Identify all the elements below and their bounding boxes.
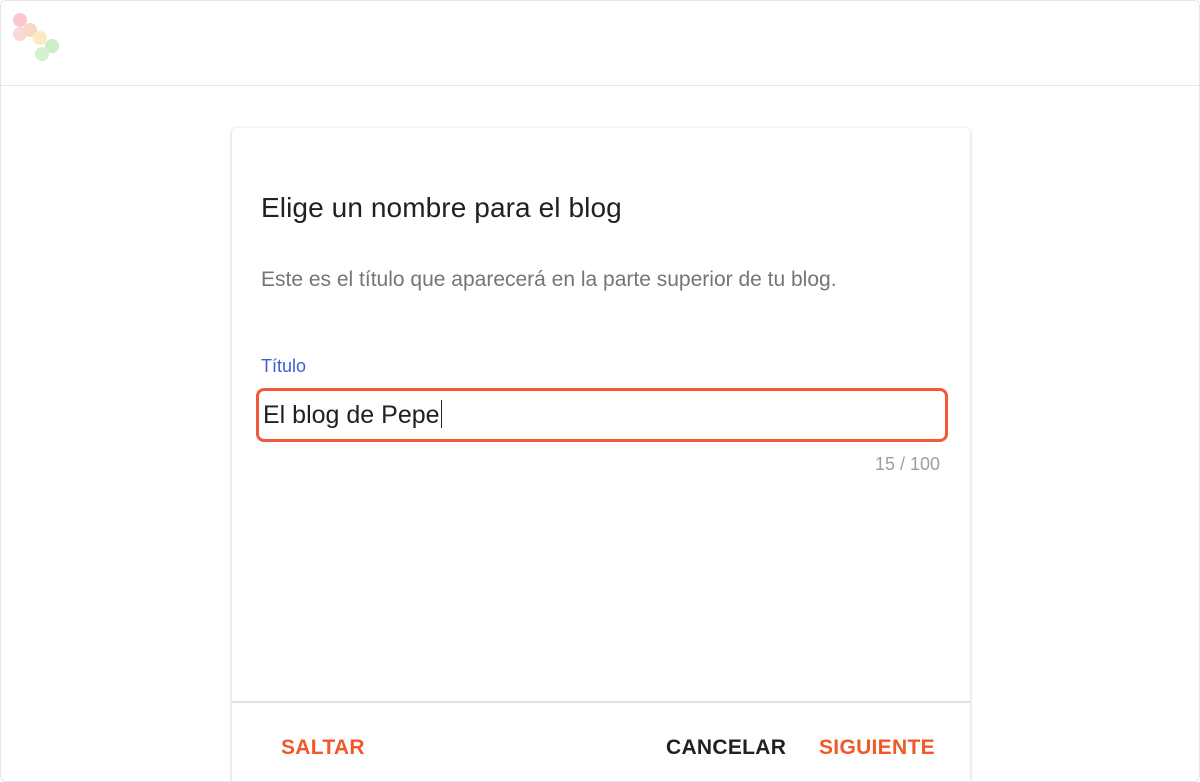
dialog-footer-divider bbox=[232, 701, 970, 703]
character-counter: 15 / 100 bbox=[874, 454, 940, 474]
skip-button[interactable]: SALTAR bbox=[281, 736, 365, 760]
logo-icon bbox=[13, 13, 63, 61]
dialog-subtitle: Este es el título que aparecerá en la pa… bbox=[261, 268, 837, 291]
blog-title-input-value[interactable]: El blog de Pepe bbox=[263, 399, 443, 431]
text-caret bbox=[440, 400, 443, 428]
blog-title-input[interactable]: El blog de Pepe bbox=[256, 388, 948, 442]
dialog-title: Elige un nombre para el blog bbox=[261, 192, 622, 223]
browser-window: Elige un nombre para el blog Este es el … bbox=[0, 0, 1200, 782]
title-field-label: Título bbox=[261, 356, 307, 376]
blog-name-dialog: Elige un nombre para el blog Este es el … bbox=[232, 128, 970, 781]
top-bar bbox=[1, 1, 1199, 86]
cancel-button[interactable]: CANCELAR bbox=[666, 736, 786, 760]
next-button[interactable]: SIGUIENTE bbox=[819, 736, 935, 760]
blog-title-text: El blog de Pepe bbox=[263, 401, 440, 429]
